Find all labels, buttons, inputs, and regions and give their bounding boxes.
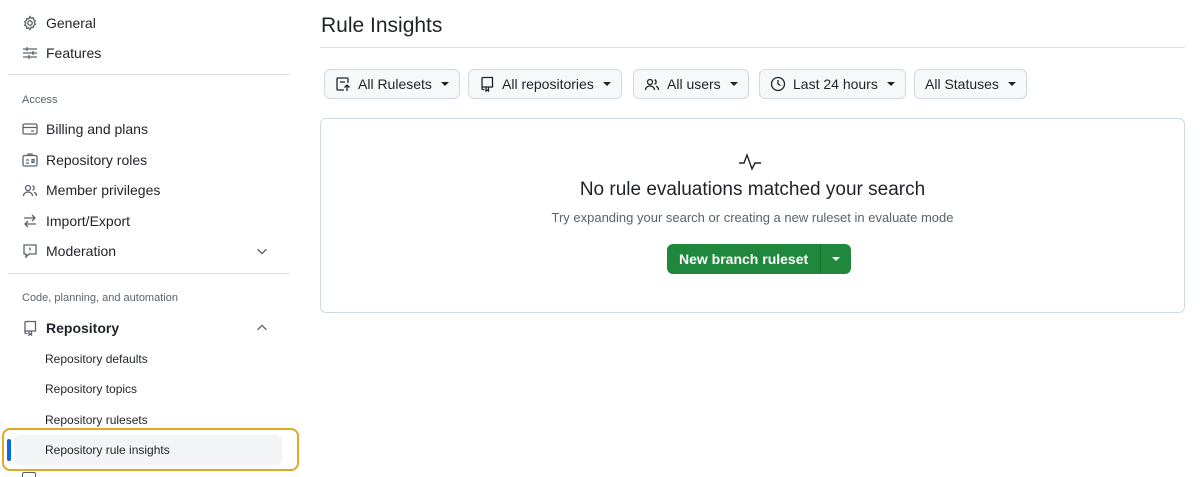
repo-icon <box>22 320 38 336</box>
sidebar-item-label: Billing and plans <box>46 121 148 137</box>
sidebar-item-moderation[interactable]: Moderation <box>8 236 283 266</box>
sidebar-subitem-repository-rulesets[interactable]: Repository rulesets <box>45 410 148 430</box>
caret-down-icon <box>440 82 449 86</box>
sidebar-item-label: General <box>46 15 96 31</box>
gear-icon <box>22 15 38 31</box>
people-icon <box>644 76 660 92</box>
id-badge-icon <box>22 152 38 168</box>
sidebar-item-label: Repository roles <box>46 152 148 168</box>
caret-down-icon <box>1007 82 1016 86</box>
sidebar-item-repository-roles[interactable]: Repository roles <box>8 145 283 175</box>
new-branch-ruleset-button[interactable]: New branch ruleset <box>667 244 822 274</box>
sidebar-item-label: Repository <box>46 320 120 336</box>
chevron-up-icon[interactable] <box>255 321 269 335</box>
caret-down-icon <box>729 82 738 86</box>
settings-sidebar: General Features Access Billing and plan… <box>0 0 300 477</box>
ruleset-icon <box>335 76 351 92</box>
filter-repositories-button[interactable]: All repositories <box>468 69 622 99</box>
repo-icon <box>479 76 495 92</box>
filter-statuses-button[interactable]: All Statuses <box>914 69 1027 99</box>
filter-rulesets-button[interactable]: All Rulesets <box>324 69 460 99</box>
report-icon <box>22 243 38 259</box>
pulse-icon <box>739 152 761 171</box>
sidebar-item-features[interactable]: Features <box>8 38 283 68</box>
clock-icon <box>770 76 786 92</box>
sidebar-item-label: Member privileges <box>46 182 161 198</box>
caret-down-icon <box>886 82 895 86</box>
credit-card-icon <box>22 121 38 137</box>
highlight-outline <box>2 428 299 471</box>
sidebar-divider <box>8 273 290 274</box>
sidebar-item-label: Import/Export <box>46 213 131 229</box>
sidebar-subitem-repository-defaults[interactable]: Repository defaults <box>45 349 148 369</box>
section-label-access: Access <box>22 94 58 106</box>
blankslate-title: No rule evaluations matched your search <box>579 179 926 200</box>
code-icon <box>22 472 36 477</box>
filter-label: Last 24 hours <box>793 76 878 92</box>
new-ruleset-button-group: New branch ruleset <box>667 244 852 274</box>
new-ruleset-dropdown-button[interactable] <box>821 244 852 274</box>
filter-label: All users <box>667 76 721 92</box>
sidebar-item-general[interactable]: General <box>8 8 283 38</box>
people-icon <box>22 182 38 198</box>
sliders-icon <box>22 45 38 61</box>
caret-down-icon <box>832 257 841 261</box>
chevron-down-icon[interactable] <box>255 244 269 258</box>
sidebar-item-label: Features <box>46 45 102 61</box>
sidebar-item-billing[interactable]: Billing and plans <box>8 114 283 144</box>
filter-label: All Rulesets <box>358 76 432 92</box>
blankslate-description: Try expanding your search or creating a … <box>551 210 954 225</box>
section-label-code: Code, planning, and automation <box>22 292 178 304</box>
sidebar-item-member-privileges[interactable]: Member privileges <box>8 175 283 205</box>
filter-time-range-button[interactable]: Last 24 hours <box>759 69 906 99</box>
page-title: Rule Insights <box>321 14 443 37</box>
title-divider <box>320 47 1185 48</box>
caret-down-icon <box>602 82 611 86</box>
arrow-switch-icon <box>22 213 38 229</box>
sidebar-divider <box>8 74 290 75</box>
sidebar-subitem-repository-topics[interactable]: Repository topics <box>45 379 137 399</box>
filter-label: All Statuses <box>925 76 999 92</box>
sidebar-item-repository[interactable]: Repository <box>8 313 283 343</box>
sidebar-item-label: Moderation <box>46 243 117 259</box>
filter-users-button[interactable]: All users <box>633 69 749 99</box>
sidebar-item-import-export[interactable]: Import/Export <box>8 206 283 236</box>
filter-label: All repositories <box>502 76 594 92</box>
